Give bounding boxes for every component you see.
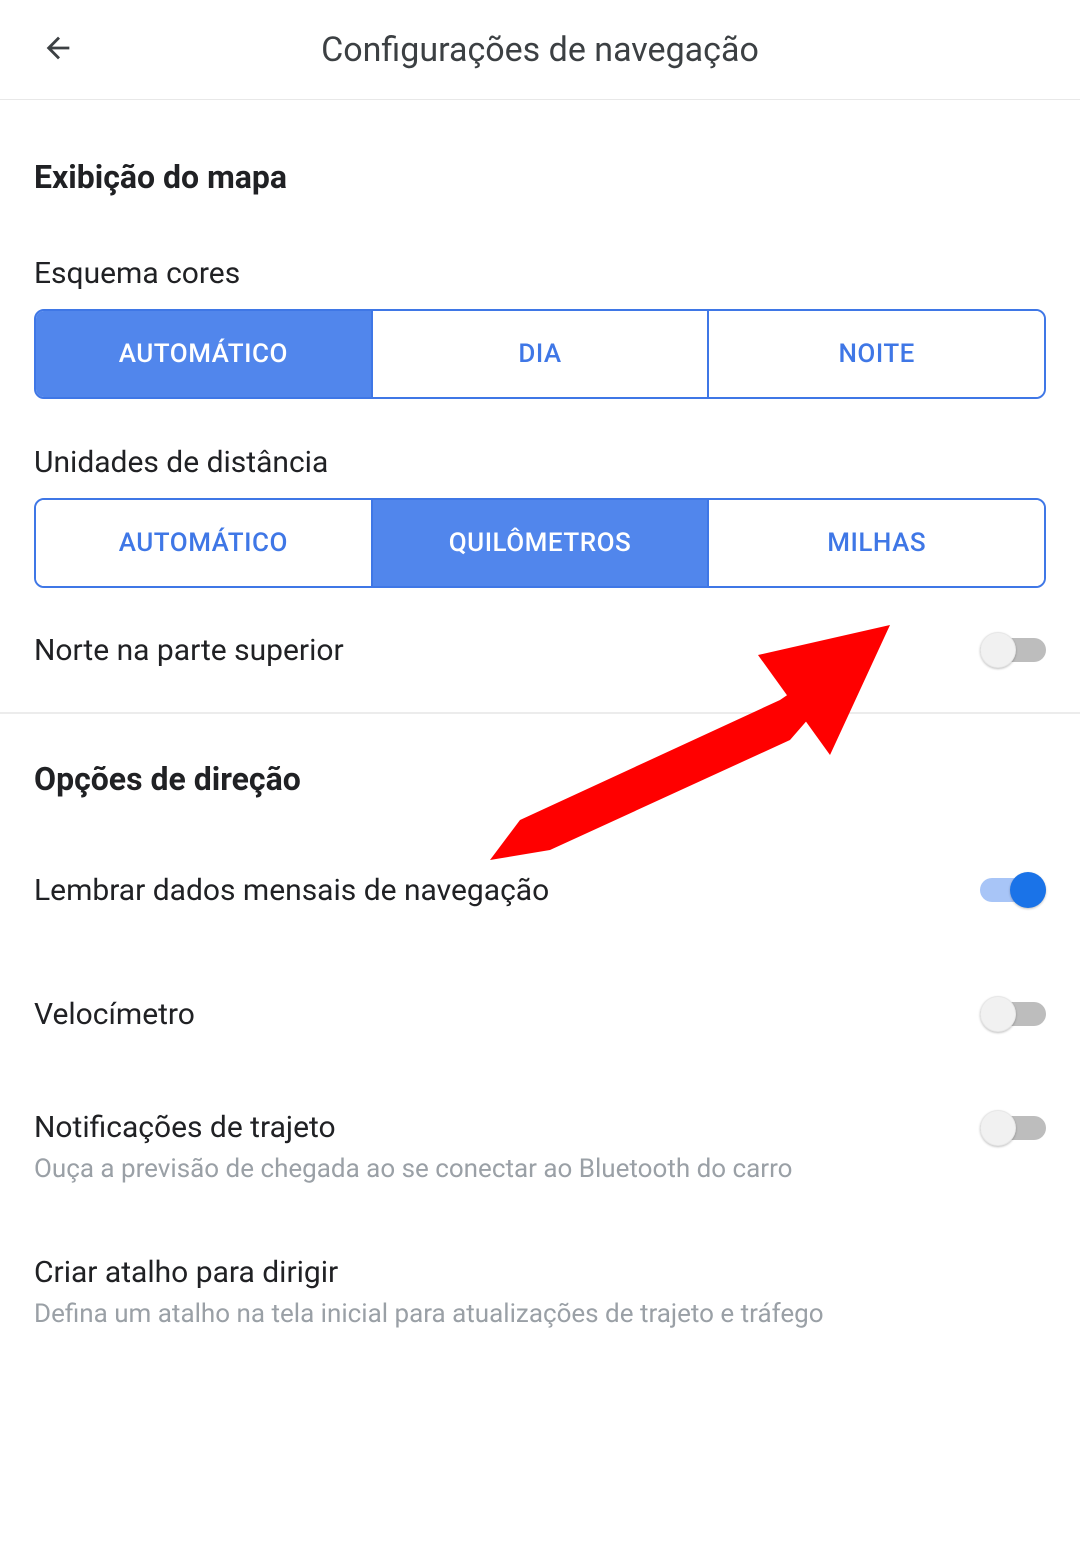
speedometer-label: Velocímetro — [34, 997, 940, 1032]
trip-notifications-sub: Ouça a previsão de chegada ao se conecta… — [34, 1151, 940, 1187]
trip-notifications-row[interactable]: Notificações de trajeto Ouça a previsão … — [34, 1076, 1046, 1221]
app-bar: Configurações de navegação — [0, 0, 1080, 100]
trip-notifications-label: Notificações de trajeto — [34, 1110, 940, 1145]
north-up-switch[interactable] — [980, 632, 1046, 668]
section-header-driving: Opções de direção — [34, 714, 1046, 828]
remember-monthly-switch[interactable] — [980, 872, 1046, 908]
north-up-label: Norte na parte superior — [34, 633, 940, 668]
section-map-display: Exibição do mapa Esquema cores AUTOMÁTIC… — [0, 100, 1080, 1343]
create-shortcut-label: Criar atalho para dirigir — [34, 1255, 1046, 1290]
color-scheme-segmented: AUTOMÁTICO DIA NOITE — [34, 309, 1046, 399]
page-title: Configurações de navegação — [0, 30, 1080, 70]
distance-units-option-km[interactable]: QUILÔMETROS — [373, 500, 710, 586]
remember-monthly-label: Lembrar dados mensais de navegação — [34, 873, 940, 908]
color-scheme-label: Esquema cores — [34, 226, 1046, 309]
distance-units-option-auto[interactable]: AUTOMÁTICO — [36, 500, 373, 586]
color-scheme-option-night[interactable]: NOITE — [709, 311, 1044, 397]
back-button[interactable] — [34, 26, 82, 74]
distance-units-option-mi[interactable]: MILHAS — [709, 500, 1044, 586]
section-header-map-display: Exibição do mapa — [34, 100, 1046, 226]
speedometer-switch[interactable] — [980, 996, 1046, 1032]
create-shortcut-sub: Defina um atalho na tela inicial para at… — [34, 1296, 1046, 1332]
speedometer-row[interactable]: Velocímetro — [34, 952, 1046, 1076]
arrow-back-icon — [41, 31, 75, 69]
color-scheme-option-auto[interactable]: AUTOMÁTICO — [36, 311, 373, 397]
color-scheme-option-day[interactable]: DIA — [373, 311, 710, 397]
distance-units-label: Unidades de distância — [34, 399, 1046, 498]
remember-monthly-row[interactable]: Lembrar dados mensais de navegação — [34, 828, 1046, 952]
create-shortcut-row[interactable]: Criar atalho para dirigir Defina um atal… — [34, 1221, 1046, 1342]
distance-units-segmented: AUTOMÁTICO QUILÔMETROS MILHAS — [34, 498, 1046, 588]
north-up-row[interactable]: Norte na parte superior — [34, 588, 1046, 712]
trip-notifications-switch[interactable] — [980, 1110, 1046, 1146]
